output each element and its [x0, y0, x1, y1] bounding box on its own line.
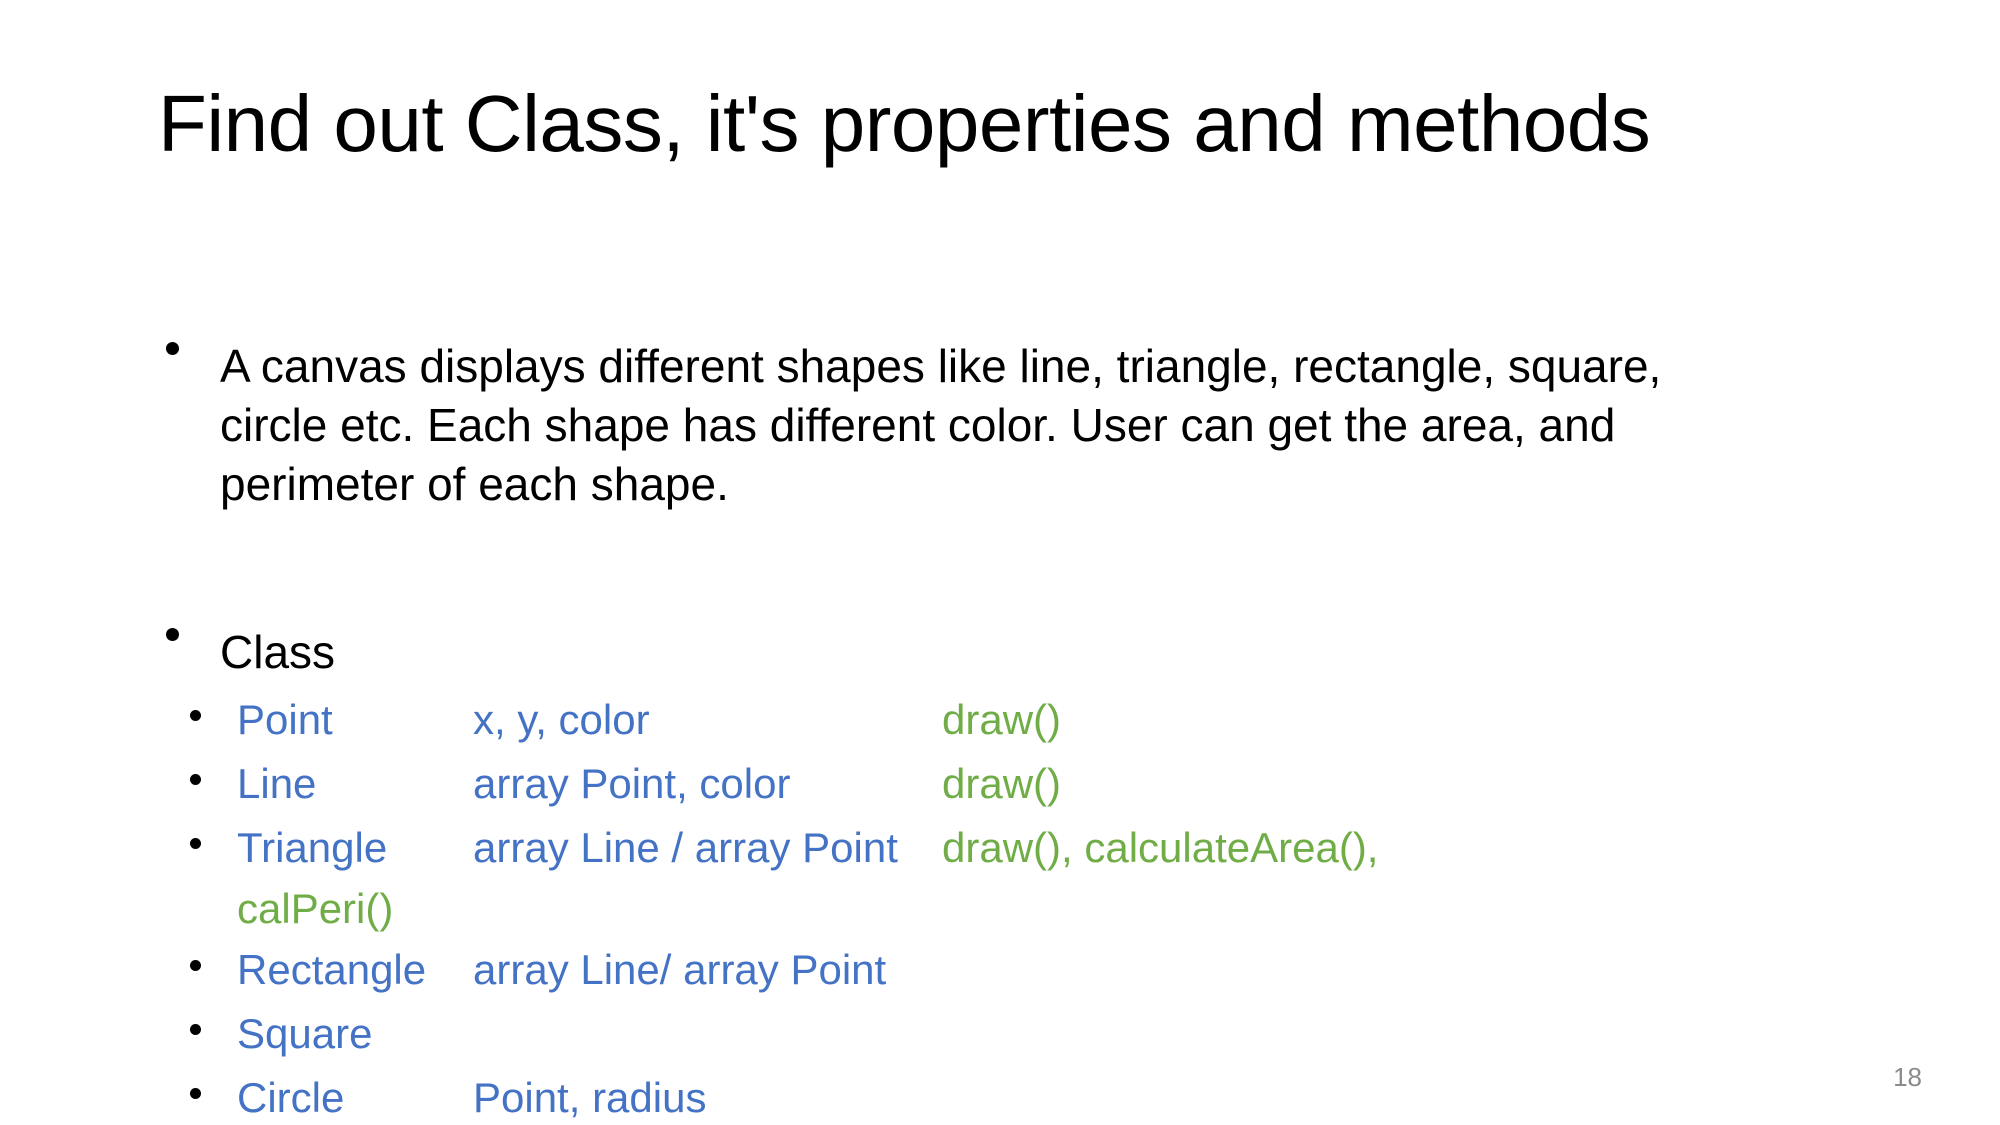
class-properties: x, y, color: [473, 696, 650, 743]
class-properties: Point, radius: [473, 1074, 707, 1121]
class-row-point: Point x, y, color draw(): [180, 688, 1980, 752]
presentation-slide: Find out Class, it's properties and meth…: [0, 0, 2000, 1125]
bullet-point-icon: [166, 342, 179, 356]
body-bullet-paragraph: A canvas displays different shapes like …: [158, 337, 1778, 514]
class-properties: array Line / array Point: [473, 824, 898, 871]
body-paragraph-text: A canvas displays different shapes like …: [220, 340, 1662, 510]
class-name: Triangle: [237, 824, 388, 871]
page-number: 18: [1893, 1062, 1922, 1092]
class-row-square: Square: [180, 1002, 1980, 1066]
class-heading-text: Class: [220, 626, 336, 678]
slide-body: A canvas displays different shapes like …: [0, 0, 2000, 1125]
bullet-point-icon: [166, 628, 179, 642]
class-name: Point: [237, 696, 333, 743]
class-list: Point x, y, color draw() Line array Poin…: [180, 688, 1980, 1125]
class-properties: array Line/ array Point: [473, 946, 887, 993]
class-name: Rectangle: [237, 946, 427, 993]
class-name: Square: [237, 1010, 373, 1057]
class-methods: draw(): [942, 760, 1062, 807]
class-row-line: Line array Point, color draw(): [180, 752, 1980, 816]
class-properties: array Point, color: [473, 760, 791, 807]
class-row-rectangle: Rectangle array Line/ array Point: [180, 938, 1980, 1002]
class-name: Line: [237, 760, 317, 807]
class-row-triangle: Triangle array Line / array Point draw()…: [180, 816, 1980, 938]
class-methods: draw(): [942, 696, 1062, 743]
class-row-circle: Circle Point, radius: [180, 1066, 1980, 1125]
class-methods: draw(), calculateArea(),: [942, 824, 1379, 871]
class-methods-continued: calPeri(): [237, 885, 394, 932]
class-name: Circle: [237, 1074, 345, 1121]
body-bullet-class: Class: [158, 623, 1858, 682]
